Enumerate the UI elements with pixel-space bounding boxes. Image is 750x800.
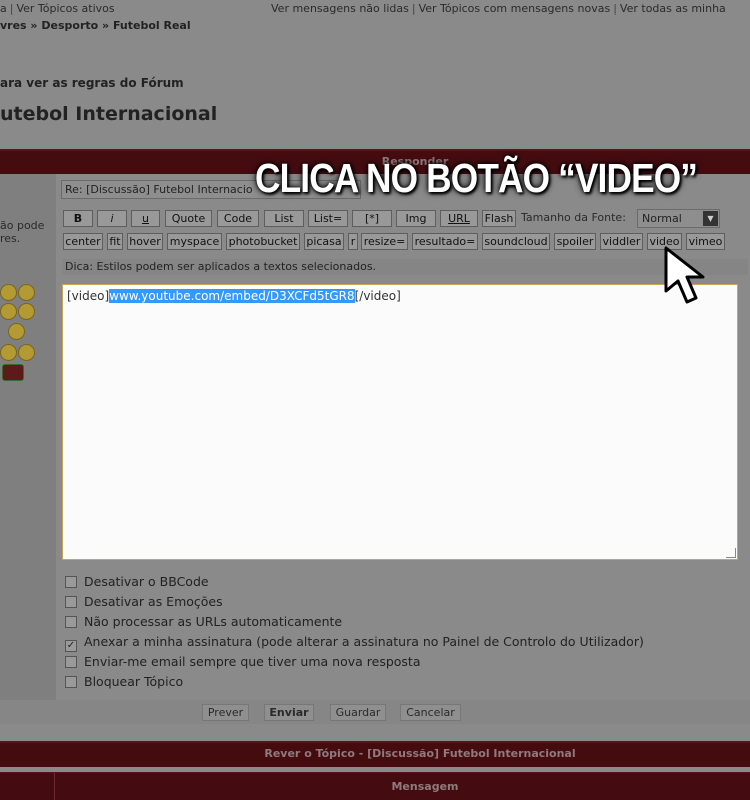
option-label: Enviar-me email sempre que tiver uma nov… bbox=[84, 654, 421, 669]
smiley-icon[interactable] bbox=[8, 323, 25, 340]
viddler-button[interactable]: viddler bbox=[600, 233, 643, 250]
top-links-left: a | Ver Tópicos ativos bbox=[0, 2, 115, 15]
smiley-icon[interactable] bbox=[18, 284, 35, 301]
option-label: Anexar a minha assinatura (pode alterar … bbox=[84, 634, 644, 649]
list-item-button[interactable]: [*] bbox=[352, 210, 392, 227]
fit-button[interactable]: fit bbox=[107, 233, 123, 250]
left-note-line-1: ão pode bbox=[0, 219, 45, 232]
option-attach-signature[interactable]: ✓ Anexar a minha assinatura (pode alterar… bbox=[65, 634, 644, 652]
smiley-icon[interactable] bbox=[18, 303, 35, 320]
checkbox[interactable] bbox=[65, 596, 77, 608]
new-posts-link[interactable]: Ver Tópicos com mensagens novas bbox=[419, 2, 611, 15]
checkbox[interactable] bbox=[65, 616, 77, 628]
left-note-line-2: res. bbox=[0, 232, 21, 245]
smiley-icon[interactable] bbox=[0, 344, 17, 361]
message-header-label: Mensagem bbox=[391, 780, 459, 793]
left-column bbox=[0, 174, 56, 700]
smiley-icon[interactable] bbox=[18, 344, 35, 361]
separator: | bbox=[613, 2, 617, 15]
underline-button[interactable]: u bbox=[131, 210, 160, 227]
hover-button[interactable]: hover bbox=[127, 233, 163, 250]
r-button[interactable]: r bbox=[348, 233, 358, 250]
quote-button[interactable]: Quote bbox=[165, 210, 212, 227]
option-label: Bloquear Tópico bbox=[84, 674, 184, 689]
font-size-select[interactable]: Normal ▼ bbox=[637, 209, 720, 228]
option-disable-smilies[interactable]: Desativar as Emoções bbox=[65, 594, 223, 610]
message-textarea[interactable]: [video]www.youtube.com/embed/D3XCFd5tGR8… bbox=[62, 284, 738, 560]
separator: | bbox=[9, 2, 14, 15]
code-button[interactable]: Code bbox=[217, 210, 259, 227]
resize-button[interactable]: resize= bbox=[361, 233, 408, 250]
checkbox[interactable] bbox=[65, 656, 77, 668]
top-link-partial[interactable]: a bbox=[0, 2, 7, 15]
cancel-button[interactable]: Cancelar bbox=[400, 704, 461, 721]
top-links-right: Ver mensagens não lidas | Ver Tópicos com … bbox=[271, 2, 726, 15]
center-button[interactable]: center bbox=[63, 233, 103, 250]
img-button[interactable]: Img bbox=[396, 210, 436, 227]
photobucket-button[interactable]: photobucket bbox=[226, 233, 300, 250]
option-label: Não processar as URLs automaticamente bbox=[84, 614, 343, 629]
list-ordered-button[interactable]: List= bbox=[308, 210, 348, 227]
cursor-arrow-icon bbox=[664, 246, 705, 304]
my-posts-link[interactable]: Ver todas as minha bbox=[620, 2, 726, 15]
left-note: ão pode res. bbox=[0, 219, 44, 245]
option-disable-bbcode[interactable]: Desativar o BBCode bbox=[65, 574, 209, 590]
smiley-icon[interactable] bbox=[0, 303, 17, 320]
overlay-instruction: CLICA NO BOTÃO “VIDEO” bbox=[255, 155, 698, 201]
bold-button[interactable]: B bbox=[63, 210, 93, 227]
option-notify-reply[interactable]: Enviar-me email sempre que tiver uma nov… bbox=[65, 654, 420, 670]
save-button[interactable]: Guardar bbox=[330, 704, 386, 721]
column-divider bbox=[54, 773, 55, 800]
resize-grip-icon[interactable] bbox=[726, 548, 736, 558]
topic-review-label: Rever o Tópico - [Discussão] Futebol Int… bbox=[264, 747, 576, 760]
option-no-magic-urls[interactable]: Não processar as URLs automaticamente bbox=[65, 614, 342, 630]
flash-button[interactable]: Flash bbox=[482, 210, 516, 227]
message-selected-text: www.youtube.com/embed/D3XCFd5tGR8 bbox=[109, 289, 355, 303]
checkbox[interactable] bbox=[65, 576, 77, 588]
hint-text: Dica: Estilos podem ser aplicados a text… bbox=[62, 259, 748, 275]
breadcrumb[interactable]: vres » Desporto » Futebol Real bbox=[0, 19, 191, 32]
checkbox[interactable] bbox=[65, 676, 77, 688]
resultado-button[interactable]: resultado= bbox=[412, 233, 478, 250]
list-button[interactable]: List bbox=[264, 210, 304, 227]
picasa-button[interactable]: picasa bbox=[304, 233, 344, 250]
myspace-button[interactable]: myspace bbox=[167, 233, 222, 250]
dropdown-arrow-icon: ▼ bbox=[703, 211, 718, 226]
preview-button[interactable]: Prever bbox=[202, 704, 249, 721]
page-title[interactable]: utebol Internacional bbox=[0, 103, 217, 125]
soundcloud-button[interactable]: soundcloud bbox=[482, 233, 550, 250]
font-size-value: Normal bbox=[642, 212, 682, 225]
unread-posts-link[interactable]: Ver mensagens não lidas bbox=[271, 2, 409, 15]
message-suffix: [/video] bbox=[354, 289, 401, 303]
separator: | bbox=[411, 2, 416, 15]
flag-smiley-icon[interactable] bbox=[2, 364, 24, 381]
topic-review-bar: Rever o Tópico - [Discussão] Futebol Int… bbox=[0, 741, 750, 767]
forum-rules-link[interactable]: ara ver as regras do Fórum bbox=[0, 76, 184, 90]
checkbox-checked[interactable]: ✓ bbox=[65, 640, 77, 652]
font-size-label: Tamanho da Fonte: bbox=[521, 211, 626, 224]
submit-button[interactable]: Enviar bbox=[264, 704, 314, 721]
option-label: Desativar as Emoções bbox=[84, 594, 223, 609]
message-header-bar: Mensagem bbox=[0, 772, 750, 800]
smiley-icon[interactable] bbox=[0, 284, 17, 301]
spoiler-button[interactable]: spoiler bbox=[554, 233, 596, 250]
option-lock-topic[interactable]: Bloquear Tópico bbox=[65, 674, 183, 690]
italic-button[interactable]: i bbox=[97, 210, 127, 227]
message-prefix: [video] bbox=[67, 289, 110, 303]
url-button[interactable]: URL bbox=[440, 210, 478, 227]
option-label: Desativar o BBCode bbox=[84, 574, 209, 589]
active-topics-link[interactable]: Ver Tópicos ativos bbox=[16, 2, 114, 15]
